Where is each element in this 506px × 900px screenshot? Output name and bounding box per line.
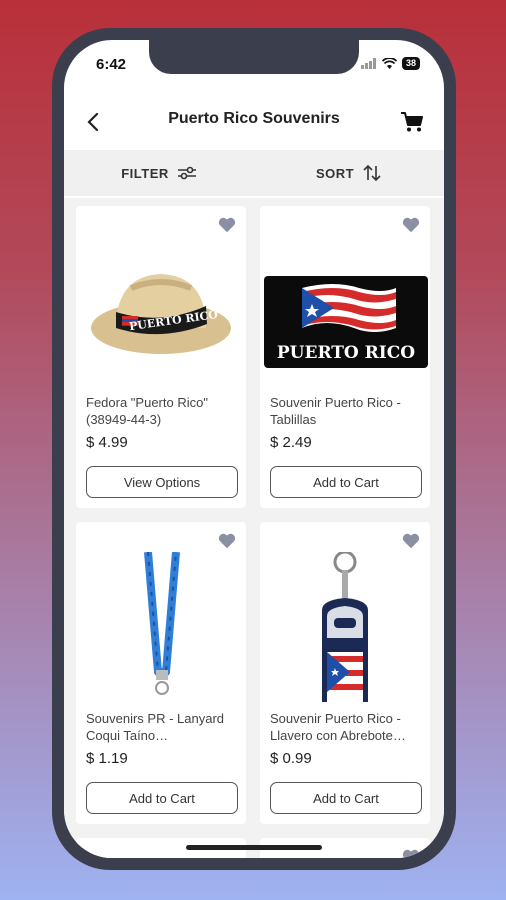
product-name: Souvenir Puerto Rico - Tablillas xyxy=(270,395,401,427)
license-plate-image: PUERTO RICO xyxy=(264,276,428,368)
status-icons: 38 xyxy=(360,57,420,70)
sort-button[interactable]: SORT xyxy=(254,150,444,196)
bottle-opener-keychain-image xyxy=(322,552,368,702)
plate-text: PUERTO RICO xyxy=(277,343,415,363)
fedora-hat-image: PUERTO RICO xyxy=(91,274,231,354)
wifi-icon xyxy=(381,58,397,69)
product-card[interactable]: PUERTO RICO Fedora "Puerto Rico" (38949-… xyxy=(76,206,246,508)
product-card[interactable]: Souvenirs PR - Lanyard Coqui Taíno… $ 1.… xyxy=(76,522,246,824)
home-indicator xyxy=(186,845,322,850)
filter-button[interactable]: FILTER xyxy=(64,150,254,196)
battery-icon: 38 xyxy=(401,57,420,70)
product-card[interactable]: Souvenir Puerto Rico - Llavero con Abreb… xyxy=(260,522,430,824)
app-header: Puerto Rico Souvenirs xyxy=(64,98,444,146)
product-card[interactable]: PUERTO RICO Souvenir Puerto Rico - Tabli… xyxy=(260,206,430,508)
favorite-heart-icon[interactable] xyxy=(402,848,420,858)
sort-label: SORT xyxy=(315,165,355,181)
product-name: Fedora "Puerto Rico" (38949-44-3) xyxy=(86,395,208,427)
product-price: $ 0.99 xyxy=(270,750,312,767)
favorite-heart-icon[interactable] xyxy=(218,532,236,550)
favorite-heart-icon[interactable] xyxy=(402,216,420,234)
product-name: Souvenirs PR - Lanyard Coqui Taíno… xyxy=(86,711,225,743)
filter-sort-bar: FILTER SORT xyxy=(64,150,444,196)
signal-icon xyxy=(360,58,376,69)
product-name: Souvenir Puerto Rico - Llavero con Abreb… xyxy=(270,711,406,743)
cart-icon[interactable] xyxy=(398,108,426,136)
filter-label: FILTER xyxy=(121,165,169,181)
product-price: $ 4.99 xyxy=(86,434,128,451)
view-options-button[interactable]: View Options xyxy=(86,466,238,498)
product-price: $ 1.19 xyxy=(86,750,128,767)
add-to-cart-button[interactable]: Add to Cart xyxy=(86,782,238,814)
product-grid: PUERTO RICO Fedora "Puerto Rico" (38949-… xyxy=(64,198,444,858)
favorite-heart-icon[interactable] xyxy=(402,532,420,550)
lanyard-image xyxy=(144,552,180,695)
add-to-cart-button[interactable]: Add to Cart xyxy=(270,466,422,498)
product-price: $ 2.49 xyxy=(270,434,312,451)
sort-arrows-icon xyxy=(363,164,381,182)
status-time: 6:42 xyxy=(96,56,127,73)
phone-frame: 6:42 38 Puerto Rico Souvenirs FILTER SOR… xyxy=(52,28,456,870)
page-title: Puerto Rico Souvenirs xyxy=(168,110,340,127)
favorite-heart-icon[interactable] xyxy=(218,216,236,234)
phone-notch xyxy=(149,40,359,74)
add-to-cart-button[interactable]: Add to Cart xyxy=(270,782,422,814)
filter-sliders-icon xyxy=(177,166,196,180)
app-screen: 6:42 38 Puerto Rico Souvenirs FILTER SOR… xyxy=(64,40,444,858)
